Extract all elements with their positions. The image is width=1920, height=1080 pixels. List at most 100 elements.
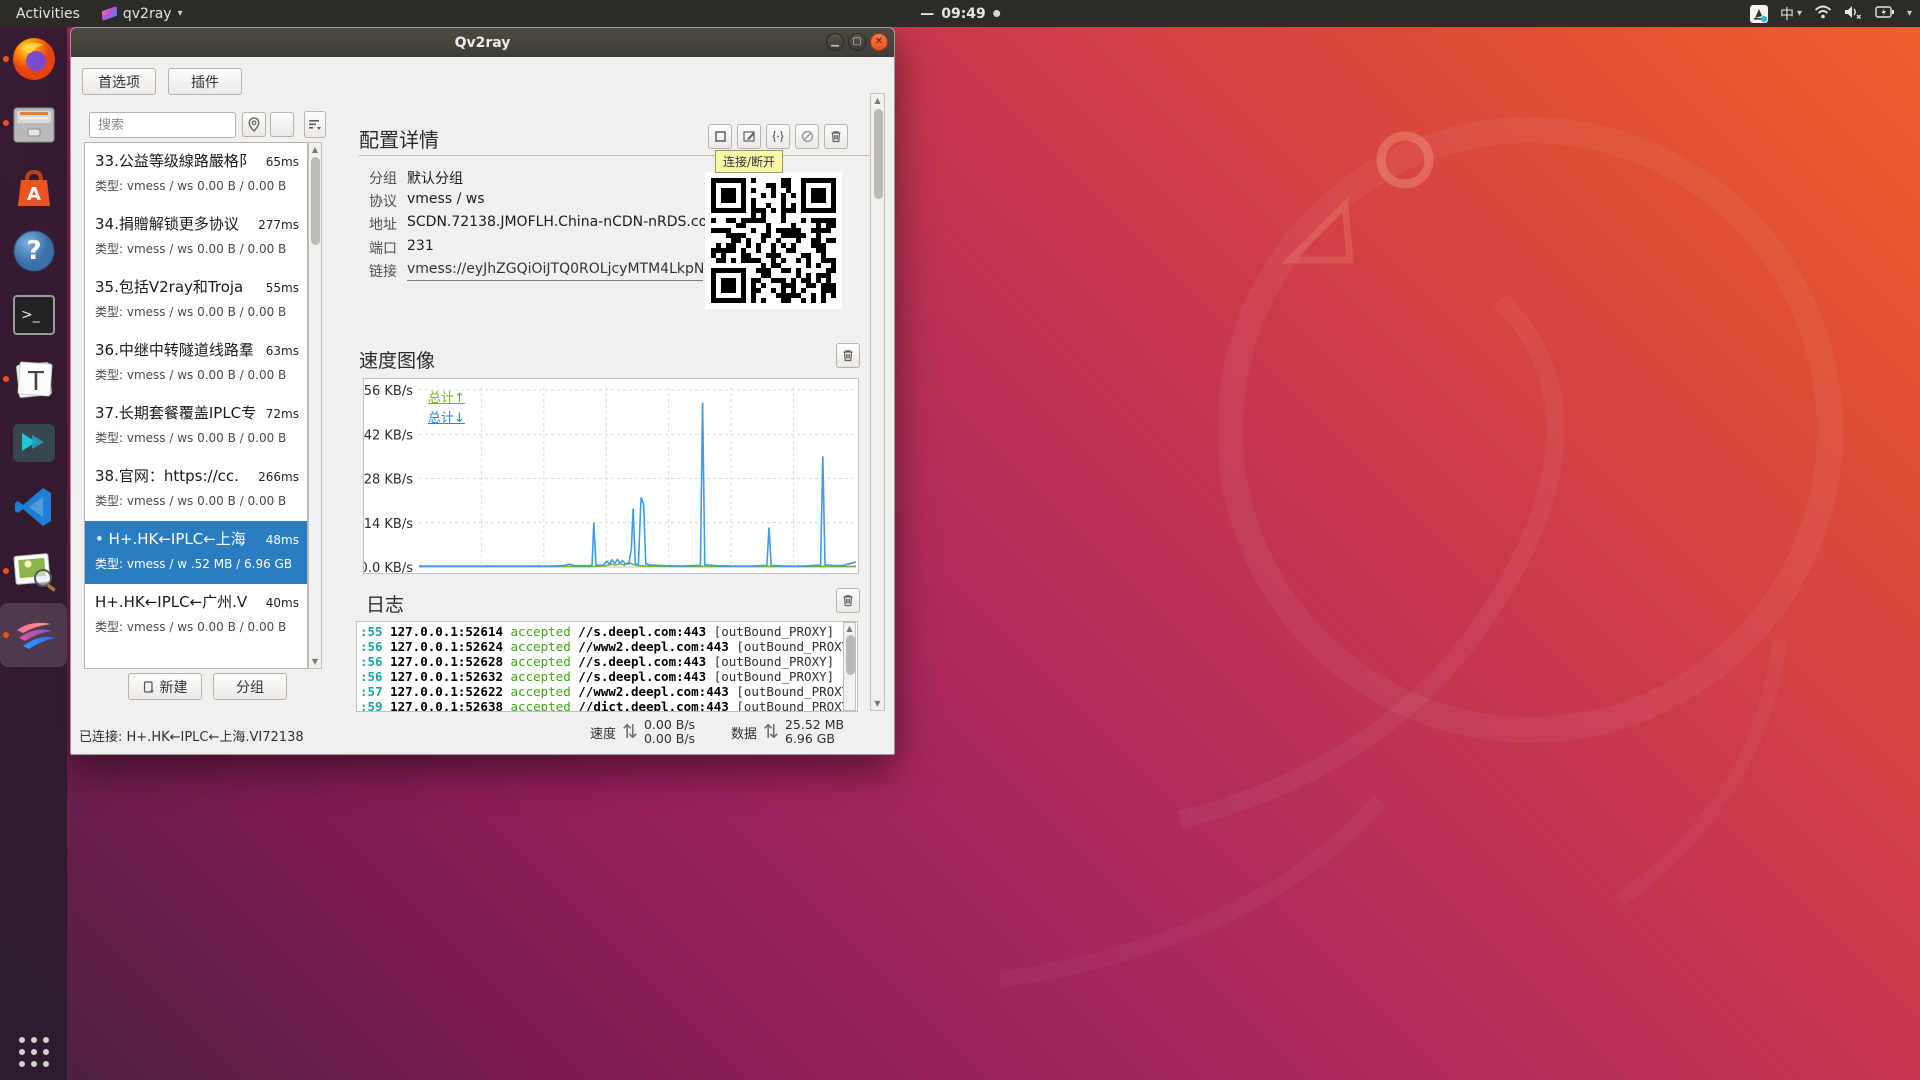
svg-text:?: ? [26, 236, 41, 266]
server-name: 38.官网：https://cc. [95, 465, 254, 486]
clear-graph-button[interactable] [836, 343, 860, 368]
text-editor-icon: T [9, 354, 59, 404]
chevron-down-icon: ▾ [1797, 8, 1802, 19]
log-output[interactable]: :55 127.0.0.1:52614 accepted //s.deepl.c… [356, 621, 858, 712]
server-list-item[interactable]: 34.捐贈解锁更多协议277ms类型: vmess / ws 0.00 B / … [85, 206, 307, 269]
scroll-up-icon[interactable]: ▲ [871, 96, 884, 105]
input-method-indicator[interactable]: 中 ▾ [1780, 4, 1802, 24]
new-document-icon [143, 681, 155, 693]
window-scrollbar[interactable]: ▲ ▼ [870, 93, 885, 711]
minimize-button[interactable]: ▁ [826, 33, 844, 51]
search-input[interactable] [89, 112, 236, 138]
log-line: :57 127.0.0.1:52622 accepted //www2.deep… [360, 684, 857, 699]
plugins-button[interactable]: 插件 [168, 68, 242, 95]
connect-disconnect-tooltip: 连接/断开 [715, 150, 783, 173]
activities-button[interactable]: Activities [12, 6, 84, 22]
dock-item-firefox[interactable] [0, 27, 67, 91]
latency-test-button[interactable] [242, 112, 266, 137]
delete-connection-button[interactable] [824, 124, 848, 149]
new-connection-button[interactable]: 新建 [128, 673, 202, 700]
volume-muted-icon[interactable] [1844, 4, 1863, 24]
share-link-button[interactable] [795, 124, 819, 149]
dock-item-file-manager[interactable] [0, 91, 67, 155]
server-ping: 72ms [266, 407, 299, 421]
json-braces-icon [771, 130, 785, 143]
close-button[interactable]: ✕ [870, 33, 888, 51]
system-menu-chevron-icon[interactable]: ▾ [1907, 8, 1912, 19]
scroll-down-icon[interactable]: ▼ [871, 699, 884, 708]
qv2ray-appmenu-icon [102, 6, 117, 21]
clear-log-button[interactable] [836, 588, 860, 613]
maximize-button[interactable]: ▢ [848, 33, 866, 51]
dock-item-vscode[interactable] [0, 475, 67, 539]
server-ping: 40ms [266, 596, 299, 610]
server-list-item[interactable]: H+.HK←IPLC←广州.V40ms类型: vmess / ws 0.00 B… [85, 584, 307, 647]
window-titlebar[interactable]: Qv2ray ▁ ▢ ✕ [71, 28, 894, 57]
log-line: :55 127.0.0.1:52614 accepted //s.deepl.c… [360, 624, 857, 639]
sort-button[interactable] [304, 111, 326, 138]
server-type-traffic: 类型: vmess / ws 0.00 B / 0.00 B [95, 618, 299, 635]
scroll-down-icon[interactable]: ▼ [309, 657, 321, 666]
svg-text:>_: >_ [21, 307, 41, 323]
scrollbar-thumb[interactable] [846, 635, 855, 675]
server-list-item[interactable]: 33.公益等级線路嚴格阝65ms类型: vmess / ws 0.00 B / … [85, 143, 307, 206]
server-name: 33.公益等级線路嚴格阝 [95, 150, 262, 171]
clear-usage-button[interactable] [270, 112, 294, 137]
server-ping: 63ms [266, 344, 299, 358]
legend-total-up[interactable]: 总计↑ [428, 387, 465, 406]
legend-total-down[interactable]: 总计↓ [428, 407, 465, 426]
server-list-item[interactable]: 38.官网：https://cc.266ms类型: vmess / ws 0.0… [85, 458, 307, 521]
clock-time: 09:49 [941, 6, 986, 22]
server-list-item[interactable]: 37.长期套餐覆盖IPLC专72ms类型: vmess / ws 0.00 B … [85, 395, 307, 458]
scrollbar-thumb[interactable] [311, 157, 320, 245]
data-label: 数据 [731, 723, 757, 742]
detail-field: 地址SCDN.72138.JMOFLH.China-nCDN-nRDS.com [369, 214, 721, 234]
speed-graph-title: 速度图像 [359, 346, 435, 373]
dock-item-help[interactable]: ? [0, 219, 67, 283]
updown-arrows-icon: ⇅ [763, 721, 779, 743]
log-scrollbar[interactable]: ▲ [843, 622, 856, 711]
groups-button[interactable]: 分组 [213, 673, 287, 700]
dock-item-terminal[interactable]: >_ [0, 283, 67, 347]
window-title: Qv2ray [455, 35, 511, 51]
battery-icon[interactable] [1875, 5, 1895, 23]
server-list-item[interactable]: 35.包括V2ray和Troja55ms类型: vmess / ws 0.00 … [85, 269, 307, 332]
server-name: • H+.HK←IPLC←上海 [95, 528, 262, 549]
scroll-up-icon[interactable]: ▲ [844, 624, 855, 633]
scroll-up-icon[interactable]: ▲ [309, 145, 321, 154]
server-list-item[interactable]: • H+.HK←IPLC←上海48ms类型: vmess / w .52 MB … [85, 521, 307, 584]
wifi-icon[interactable] [1814, 4, 1832, 24]
trash-icon [842, 349, 854, 362]
location-pin-icon [247, 117, 261, 132]
server-type-traffic: 类型: vmess / ws 0.00 B / 0.00 B [95, 303, 299, 320]
clock[interactable]: — 09:49 [920, 6, 1000, 22]
clock-dash: — [920, 6, 934, 22]
server-type-traffic: 类型: vmess / ws 0.00 B / 0.00 B [95, 240, 299, 257]
disabled-circle-icon [801, 130, 814, 143]
server-list-scrollbar[interactable]: ▲ ▼ [308, 142, 322, 669]
edit-json-button[interactable] [766, 124, 790, 149]
dock-item-text-editor[interactable]: T [0, 347, 67, 411]
dock-item-qv2ray[interactable] [0, 603, 67, 667]
server-list-item[interactable]: 36.中继中转隧道线路羣63ms类型: vmess / ws 0.00 B / … [85, 332, 307, 395]
field-value[interactable]: vmess://eyJhZGQiOiJTQ0ROLjcyMTM4LkpNT0ZM… [407, 261, 703, 281]
preferences-button[interactable]: 首选项 [82, 68, 156, 95]
svg-text:A: A [27, 184, 41, 205]
dock-item-ubuntu-software[interactable]: A [0, 155, 67, 219]
input-method-icon[interactable] [1750, 5, 1768, 23]
chevron-down-icon: ▾ [178, 8, 183, 19]
trash-icon [842, 594, 854, 607]
dock-item-image-viewer[interactable] [0, 539, 67, 603]
show-apps-button[interactable] [0, 1030, 67, 1074]
server-name: 34.捐贈解锁更多协议 [95, 213, 254, 234]
config-detail-title: 配置详情 [359, 124, 439, 153]
connect-disconnect-button[interactable] [708, 124, 732, 149]
field-label: 分组 [369, 168, 397, 188]
edit-connection-button[interactable] [737, 124, 761, 149]
image-viewer-icon [9, 546, 59, 596]
dock-item-dev-app[interactable] [0, 411, 67, 475]
app-menu[interactable]: qv2ray ▾ [102, 6, 183, 22]
scrollbar-thumb[interactable] [874, 109, 883, 199]
stop-icon [715, 131, 726, 142]
log-line: :56 127.0.0.1:52624 accepted //www2.deep… [360, 639, 857, 654]
